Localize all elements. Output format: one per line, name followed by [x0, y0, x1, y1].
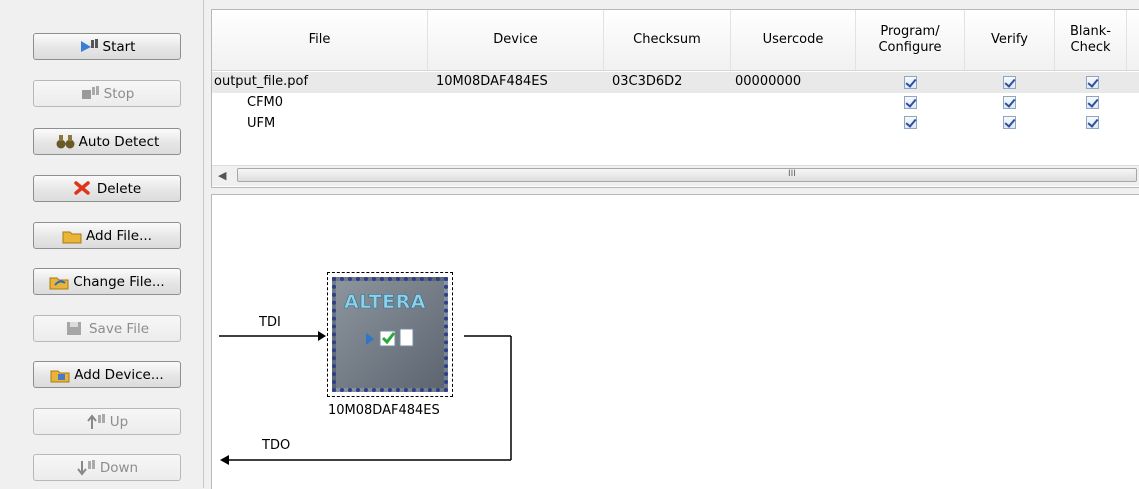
add-device-button[interactable]: Add Device...: [33, 361, 181, 388]
table-row[interactable]: output_file.pof 10M08DAF484ES 03C3D6D2 0…: [212, 72, 1139, 93]
device-file-table: File Device Checksum Usercode Program/Co…: [211, 9, 1139, 188]
checksum-cell: 03C3D6D2: [612, 74, 683, 89]
program-play-icon: [366, 333, 374, 345]
column-header-usercode[interactable]: Usercode: [731, 10, 856, 70]
table-header: File Device Checksum Usercode Program/Co…: [212, 10, 1139, 71]
blank-check-checkbox[interactable]: [1086, 96, 1099, 109]
program-checkbox[interactable]: [904, 76, 917, 89]
table-row[interactable]: CFM0: [212, 93, 1139, 114]
change-folder-icon: [49, 273, 69, 290]
blank-check-checkbox[interactable]: [1086, 76, 1099, 89]
up-arrow-icon: [86, 413, 106, 430]
start-icon: [79, 38, 99, 55]
binoculars-icon: [55, 133, 75, 150]
column-header-file[interactable]: File: [212, 10, 428, 70]
tdo-label: TDO: [262, 438, 291, 453]
save-file-button[interactable]: Save File: [33, 315, 181, 342]
device-cell: 10M08DAF484ES: [436, 74, 548, 89]
auto-detect-button[interactable]: Auto Detect: [33, 128, 181, 155]
verify-checkbox[interactable]: [1003, 96, 1016, 109]
file-cell: output_file.pof: [214, 74, 309, 89]
column-header-program-configure[interactable]: Program/Configure: [856, 10, 965, 70]
device-chip[interactable]: ALTERA: [327, 272, 453, 397]
up-button[interactable]: Up: [33, 408, 181, 435]
program-checkbox[interactable]: [904, 116, 917, 129]
column-header-verify[interactable]: Verify: [965, 10, 1055, 70]
down-button[interactable]: Down: [33, 454, 181, 481]
column-header-blank-check[interactable]: Blank- Check: [1055, 10, 1127, 70]
file-cell: UFM: [247, 116, 276, 131]
tdi-label: TDI: [259, 315, 281, 330]
chip-status-icons: [366, 328, 414, 347]
horizontal-scrollbar[interactable]: ◀ III: [212, 165, 1139, 186]
blank-page-icon: [399, 328, 414, 347]
verify-checkbox[interactable]: [1003, 76, 1016, 89]
file-cell: CFM0: [247, 95, 284, 110]
column-header-device[interactable]: Device: [428, 10, 604, 70]
jtag-chain-view: TDI TDO ALTERA 10M08DAF484ES: [211, 194, 1139, 489]
stop-icon: [80, 85, 100, 102]
delete-button[interactable]: Delete: [33, 175, 181, 202]
usercode-cell: 00000000: [735, 74, 802, 89]
program-checkbox[interactable]: [904, 96, 917, 109]
down-arrow-icon: [76, 459, 96, 476]
save-disk-icon: [65, 320, 85, 337]
start-button[interactable]: Start: [33, 33, 181, 60]
folder-icon: [62, 227, 82, 244]
scrollbar-grip: III: [788, 169, 796, 179]
stop-button[interactable]: Stop: [33, 80, 181, 107]
blank-check-checkbox[interactable]: [1086, 116, 1099, 129]
change-file-button[interactable]: Change File...: [33, 268, 181, 295]
add-file-button[interactable]: Add File...: [33, 222, 181, 249]
chip-device-label: 10M08DAF484ES: [328, 403, 440, 418]
table-row[interactable]: UFM: [212, 114, 1139, 135]
delete-x-icon: [73, 180, 93, 197]
column-header-checksum[interactable]: Checksum: [604, 10, 731, 70]
altera-logo: ALTERA: [344, 291, 426, 314]
scrollbar-thumb[interactable]: III: [237, 168, 1137, 182]
button-panel: Start Stop Auto Detect Delete Add File..…: [0, 0, 204, 488]
verify-checkbox[interactable]: [1003, 116, 1016, 129]
scroll-left-arrow-icon[interactable]: ◀: [218, 169, 226, 182]
add-device-icon: [50, 366, 70, 383]
